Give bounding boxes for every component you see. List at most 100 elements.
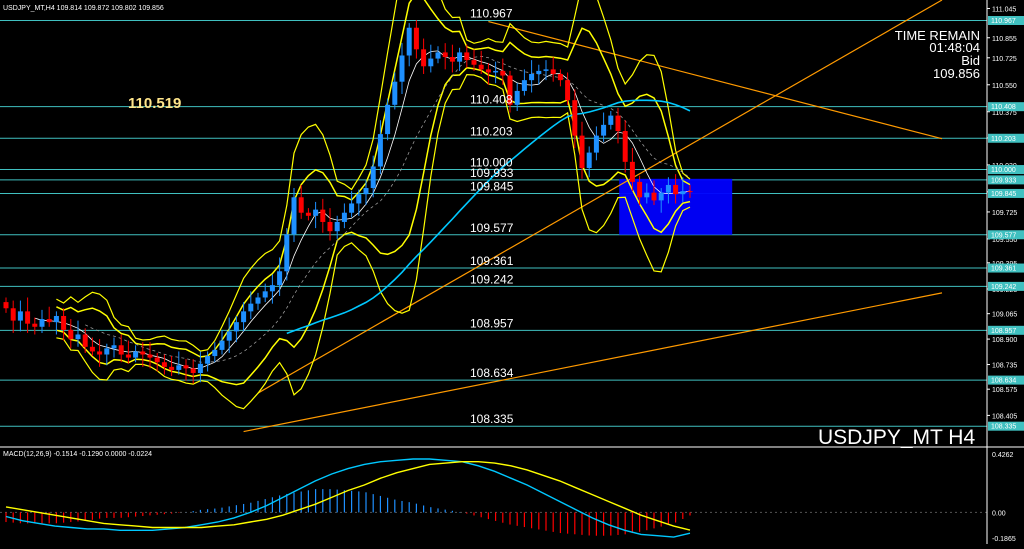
candle-body — [97, 351, 103, 355]
level-label: 108.634 — [470, 366, 514, 380]
candle-body — [327, 221, 333, 232]
candle-body — [586, 152, 592, 169]
candle-body — [277, 271, 283, 286]
candle-body — [284, 234, 290, 272]
candle-body — [125, 354, 131, 358]
candle-body — [291, 197, 297, 235]
candle-body — [32, 323, 38, 327]
candle-body — [147, 354, 153, 358]
level-label: 110.408 — [470, 93, 513, 107]
candle-body — [370, 166, 376, 189]
candle-body — [341, 212, 347, 222]
price-tick-label: 108.735 — [992, 363, 1017, 370]
candle-body — [464, 52, 470, 61]
candle-body — [377, 134, 383, 167]
symbol-info: USDJPY_MT,H4 109.814 109.872 109.802 109… — [3, 5, 164, 12]
level-axis-label: 109.933 — [991, 177, 1016, 184]
candle-body — [442, 52, 448, 58]
candle-body — [118, 345, 124, 355]
candle-body — [413, 27, 419, 50]
level-label: 109.361 — [470, 254, 514, 268]
candle-body — [485, 69, 491, 73]
candle-body — [557, 73, 563, 81]
candle-body — [658, 192, 664, 201]
candle-body — [219, 340, 225, 350]
candle-body — [68, 329, 74, 340]
macd-tick-label: 0.4262 — [992, 452, 1014, 459]
macd-tick-label: 0.00 — [992, 510, 1006, 517]
candle-body — [298, 197, 304, 213]
level-label: 109.577 — [470, 221, 514, 235]
level-label: 108.335 — [470, 412, 514, 426]
candle-body — [471, 60, 477, 65]
level-axis-label: 110.967 — [991, 18, 1016, 25]
level-label: 110.203 — [470, 124, 513, 138]
candle-body — [478, 64, 484, 70]
candle-body — [421, 49, 427, 67]
candle-body — [39, 319, 45, 327]
chart-window[interactable]: 111.045110.855110.725110.550110.375110.2… — [0, 0, 1024, 544]
candle-body — [212, 349, 218, 357]
candle-body — [399, 55, 405, 82]
candle-body — [385, 104, 391, 135]
level-label: 109.933 — [470, 166, 514, 180]
symbol-watermark: USDJPY_MT H4 — [818, 426, 975, 449]
level-axis-label: 108.957 — [991, 328, 1016, 335]
candle-body — [176, 365, 182, 370]
candle-body — [529, 73, 535, 81]
candle-body — [226, 331, 232, 341]
candle-body — [140, 351, 146, 355]
candle-body — [651, 192, 657, 201]
price-chart[interactable]: 111.045110.855110.725110.550110.375110.2… — [0, 0, 1024, 544]
candle-body — [608, 115, 614, 125]
price-tick-label: 111.045 — [992, 6, 1016, 13]
candle-body — [637, 181, 643, 198]
candle-body — [75, 334, 81, 340]
candle-body — [190, 368, 196, 374]
candle-body — [514, 90, 520, 105]
level-axis-label: 109.845 — [991, 191, 1016, 198]
level-axis-label: 110.203 — [991, 136, 1016, 143]
level-axis-label: 110.408 — [991, 104, 1016, 111]
level-axis-label: 108.335 — [991, 424, 1016, 431]
candle-body — [82, 334, 88, 347]
candle-body — [601, 124, 607, 136]
candle-body — [449, 57, 455, 62]
level-axis-label: 108.634 — [991, 378, 1016, 385]
candle-body — [334, 221, 340, 232]
candle-body — [269, 285, 275, 292]
candle-body — [154, 357, 160, 363]
candle-body — [493, 70, 499, 73]
candle-body — [629, 161, 635, 182]
candle-body — [46, 319, 52, 323]
side-level-label: 110.519 — [128, 95, 181, 112]
candle-body — [572, 100, 578, 136]
candle-body — [543, 69, 549, 71]
level-axis-label: 109.361 — [991, 266, 1016, 273]
macd-tick-label: -0.1865 — [992, 536, 1016, 543]
candle-body — [17, 311, 23, 321]
candle-body — [320, 209, 326, 222]
price-tick-label: 110.550 — [992, 83, 1017, 90]
candle-body — [313, 209, 319, 216]
candle-body — [565, 80, 571, 101]
candle-body — [428, 58, 434, 67]
candle-body — [197, 363, 203, 374]
candle-body — [673, 184, 679, 195]
candle-body — [406, 27, 412, 56]
candle-body — [550, 69, 556, 74]
candle-body — [457, 52, 463, 62]
candle-body — [356, 194, 362, 204]
candle-body — [248, 303, 254, 312]
candle-body — [349, 203, 355, 213]
candle-body — [161, 362, 167, 367]
candle-body — [680, 191, 686, 195]
level-label: 110.967 — [470, 7, 513, 21]
level-label: 108.957 — [470, 316, 514, 330]
level-axis-label: 109.577 — [991, 232, 1016, 239]
candle-body — [593, 135, 599, 153]
candle-body — [363, 188, 369, 195]
level-axis-label: 110.000 — [991, 167, 1016, 174]
candle-body — [61, 315, 67, 330]
candle-body — [392, 81, 398, 105]
